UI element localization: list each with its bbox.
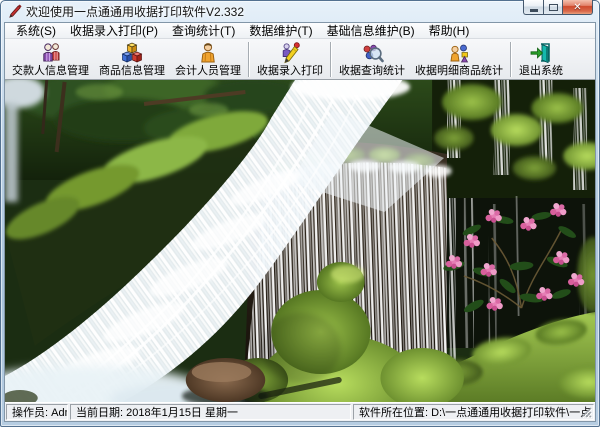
toolbar-label: 收据明细商品统计 bbox=[415, 65, 503, 77]
status-date-text: 当前日期: 2018年1月15日 星期一 bbox=[76, 407, 238, 419]
app-window: 欢迎使用一点通通用收据打印软件V2.332 ✕ 系统(S) 收据录入打印(P) … bbox=[0, 0, 600, 427]
toolbar-separator bbox=[248, 42, 250, 77]
maximize-button[interactable] bbox=[543, 0, 563, 15]
toolbar-button-goods-info[interactable]: 商品信息管理 bbox=[94, 40, 170, 79]
toolbar-separator bbox=[330, 42, 332, 77]
window-controls: ✕ bbox=[523, 0, 593, 15]
toolbar-label: 收据查询统计 bbox=[339, 65, 405, 77]
receipt-search-icon bbox=[363, 44, 384, 63]
resize-grip[interactable] bbox=[581, 407, 592, 418]
app-pen-icon bbox=[9, 4, 22, 18]
status-date: 当前日期: 2018年1月15日 星期一 bbox=[70, 404, 351, 420]
toolbar-button-exit[interactable]: 退出系统 bbox=[514, 40, 568, 79]
close-icon: ✕ bbox=[573, 1, 582, 13]
toolbar-separator bbox=[510, 42, 512, 77]
menu-bar: 系统(S) 收据录入打印(P) 查询统计(T) 数据维护(T) 基础信息维护(B… bbox=[5, 23, 595, 39]
toolbar-label: 交款人信息管理 bbox=[12, 65, 89, 77]
accountant-person-icon bbox=[201, 43, 215, 63]
window-title: 欢迎使用一点通通用收据打印软件V2.332 bbox=[26, 5, 245, 19]
client-area: 系统(S) 收据录入打印(P) 查询统计(T) 数据维护(T) 基础信息维护(B… bbox=[4, 22, 596, 422]
title-bar: 欢迎使用一点通通用收据打印软件V2.332 ✕ bbox=[4, 0, 596, 22]
menu-item-query-stats[interactable]: 查询统计(T) bbox=[165, 23, 242, 38]
status-path: 软件所在位置: D:\一点通通用收据打印软件\一点 bbox=[353, 404, 594, 420]
status-path-text: 软件所在位置: D:\一点通通用收据打印软件\一点 bbox=[359, 407, 592, 419]
status-bar: 操作员: Admin 当前日期: 2018年1月15日 星期一 软件所在位置: … bbox=[5, 402, 595, 421]
goods-cubes-icon bbox=[121, 42, 143, 63]
toolbar-label: 收据录入打印 bbox=[257, 65, 323, 77]
maximize-icon bbox=[548, 3, 558, 11]
payer-info-icon bbox=[42, 43, 59, 62]
minimize-button[interactable] bbox=[523, 0, 543, 15]
close-button[interactable]: ✕ bbox=[563, 0, 593, 15]
waterfall-photo bbox=[5, 80, 595, 402]
toolbar-button-accountant[interactable]: 会计人员管理 bbox=[170, 40, 246, 79]
status-operator-text: 操作员: Admin bbox=[12, 407, 67, 419]
receipt-entry-pen-icon bbox=[282, 42, 300, 64]
status-operator: 操作员: Admin bbox=[6, 404, 68, 420]
toolbar-label: 会计人员管理 bbox=[175, 65, 241, 77]
toolbar-button-receipt-query[interactable]: 收据查询统计 bbox=[334, 40, 410, 79]
toolbar: 交款人信息管理 商品信息管理 会计人员管理 收据录入打印 收据查询统计 收据明细… bbox=[5, 39, 595, 80]
menu-item-data-maintenance[interactable]: 数据维护(T) bbox=[242, 23, 319, 38]
toolbar-button-receipt-entry[interactable]: 收据录入打印 bbox=[252, 40, 328, 79]
toolbar-button-payer-info[interactable]: 交款人信息管理 bbox=[7, 40, 94, 79]
exit-door-icon bbox=[530, 43, 550, 64]
toolbar-button-receipt-detail-stats[interactable]: 收据明细商品统计 bbox=[410, 40, 508, 79]
minimize-icon bbox=[529, 8, 538, 12]
toolbar-label: 退出系统 bbox=[519, 65, 563, 77]
menu-item-help[interactable]: 帮助(H) bbox=[422, 23, 477, 38]
menu-item-receipt-entry-print[interactable]: 收据录入打印(P) bbox=[63, 23, 165, 38]
receipt-detail-stats-icon bbox=[450, 44, 469, 63]
menu-item-base-info-maintenance[interactable]: 基础信息维护(B) bbox=[320, 23, 422, 38]
menu-item-system[interactable]: 系统(S) bbox=[9, 23, 63, 38]
toolbar-label: 商品信息管理 bbox=[99, 65, 165, 77]
